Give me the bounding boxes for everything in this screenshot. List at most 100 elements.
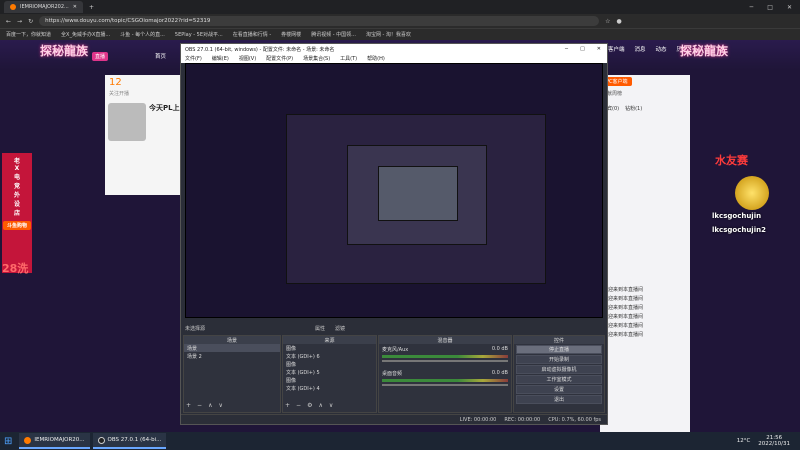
taskbar-app-obs[interactable]: OBS 27.0.1 (64-bi... — [92, 433, 167, 449]
clock-date: 2022/10/31 — [758, 441, 790, 447]
url-field[interactable]: https://www.douyu.com/topic/CSGOiomajor2… — [39, 16, 600, 26]
stop-streaming-button[interactable]: 停止直播 — [516, 345, 602, 354]
remove-icon[interactable]: − — [296, 402, 301, 409]
streamer-card: 12 关注开播 今天PL上 — [105, 75, 183, 195]
chat-text: 欢迎来到本直播间 — [603, 287, 644, 293]
obs-window[interactable]: OBS 27.0.1 (64-bit, windows) - 配置文件: 未命名… — [180, 43, 608, 425]
scene-item[interactable]: 场景 2 — [184, 352, 280, 360]
scene-item[interactable]: 场景 — [184, 344, 280, 352]
browser-tab[interactable]: IEMRIOMAJOR202... ✕ — [4, 1, 83, 13]
obs-preview[interactable] — [185, 63, 603, 318]
avatar[interactable] — [108, 103, 146, 141]
obs-statusbar: LIVE: 00:00:00 REC: 00:00:00 CPU: 0.7%, … — [181, 414, 607, 424]
menu-help[interactable]: 帮助(H) — [367, 55, 385, 62]
settings-button[interactable]: 设置 — [516, 385, 602, 394]
add-icon[interactable]: + — [186, 402, 191, 409]
exit-button[interactable]: 退出 — [516, 395, 602, 404]
right-nav: 客户端 消息 动态 历史 — [608, 45, 688, 53]
bookmark-item[interactable]: 在看直播和行情 - — [233, 31, 271, 38]
nav-feed[interactable]: 动态 — [656, 45, 667, 53]
start-recording-button[interactable]: 开始录制 — [516, 355, 602, 364]
preview-nested-core — [378, 166, 458, 221]
chat-message: 欢迎来到本直播间 — [600, 330, 690, 339]
taskbar-app-browser[interactable]: IEMRIOMAJOR20... — [19, 433, 90, 449]
filters-button[interactable]: 滤镜 — [335, 325, 345, 332]
weather[interactable]: 12°C — [737, 438, 751, 444]
refresh-icon[interactable]: ↻ — [28, 18, 33, 25]
preview-nested-inner — [347, 145, 487, 245]
nav-home[interactable]: 首页 — [155, 52, 166, 60]
tab-fans[interactable]: 钻粉(1) — [625, 105, 642, 112]
favorites-icon[interactable]: ☆ — [605, 18, 610, 25]
maximize-icon[interactable]: □ — [767, 4, 773, 11]
sources-dock: 来源 图像 文本 (GDI+) 6 图像 文本 (GDI+) 5 图像 文本 (… — [282, 335, 377, 413]
nav-messages[interactable]: 消息 — [635, 45, 646, 53]
nav-client[interactable]: 客户端 — [608, 45, 625, 53]
bookmark-item[interactable]: 腾讯视频 - 中国领... — [311, 31, 356, 38]
stream-title[interactable]: 今天PL上 — [149, 103, 180, 141]
menu-profile[interactable]: 配置文件(P) — [266, 55, 293, 62]
sources-header: 来源 — [283, 336, 376, 344]
virtual-camera-button[interactable]: 启动虚拟摄像机 — [516, 365, 602, 374]
back-icon[interactable]: ← — [6, 18, 11, 25]
forward-icon[interactable]: → — [17, 18, 22, 25]
source-item[interactable]: 文本 (GDI+) 4 — [283, 384, 376, 392]
new-tab-icon[interactable]: + — [89, 4, 94, 11]
bookmark-item[interactable]: 全X_免威手办X直播... — [61, 31, 110, 38]
source-item[interactable]: 文本 (GDI+) 6 — [283, 352, 376, 360]
properties-button[interactable]: 属性 — [315, 325, 325, 332]
overlay-name: lkcsgochujin2 — [712, 226, 766, 234]
mixer-track-db: 0.0 dB — [491, 346, 508, 352]
rank-label: 贡献周榜 — [602, 91, 623, 97]
maximize-icon[interactable]: □ — [580, 46, 585, 52]
side-ad-banner[interactable]: 老 X 电 竞 外 设 店 斗鱼购物 — [2, 153, 32, 273]
taskbar-app-label: IEMRIOMAJOR20... — [34, 437, 85, 443]
source-item[interactable]: 图像 — [283, 344, 376, 352]
menu-file[interactable]: 文件(F) — [185, 55, 202, 62]
gear-icon[interactable]: ⚙ — [307, 402, 312, 409]
close-window-icon[interactable]: ✕ — [787, 4, 792, 11]
close-icon[interactable]: ✕ — [597, 46, 601, 52]
start-icon[interactable]: ⊞ — [0, 436, 16, 447]
menu-scene-collection[interactable]: 场景集合(S) — [303, 55, 330, 62]
volume-slider[interactable] — [382, 384, 508, 386]
remove-icon[interactable]: − — [197, 402, 202, 409]
minimize-icon[interactable]: ─ — [565, 46, 568, 52]
menu-tools[interactable]: 工具(T) — [340, 55, 357, 62]
bookmark-item[interactable]: 淘宝网 - 淘！我喜欢 — [366, 31, 411, 38]
browser-icon — [24, 436, 32, 444]
move-up-icon[interactable]: ∧ — [318, 402, 322, 409]
menu-view[interactable]: 视图(V) — [239, 55, 256, 62]
move-down-icon[interactable]: ∨ — [329, 402, 333, 409]
controls-dock: 控件 停止直播 开始录制 启动虚拟摄像机 工作室模式 设置 退出 — [513, 335, 605, 413]
move-up-icon[interactable]: ∧ — [208, 402, 212, 409]
chat-panel: PC客户端 贡献周榜 贵宾(0) 钻粉(1) 欢迎来到本直播间 欢迎来到本直播间… — [600, 75, 690, 445]
bookmarks-bar: 百度一下，你就知道 全X_免威手办X直播... 斗鱼 - 每个人的直... 5E… — [0, 28, 800, 40]
bookmark-item[interactable]: 斗鱼 - 每个人的直... — [120, 31, 165, 38]
bookmark-item[interactable]: 券楼网楼 — [281, 31, 301, 38]
minimize-icon[interactable]: ─ — [750, 4, 754, 11]
move-down-icon[interactable]: ∨ — [218, 402, 222, 409]
source-item[interactable]: 图像 — [283, 360, 376, 368]
studio-mode-button[interactable]: 工作室模式 — [516, 375, 602, 384]
close-icon[interactable]: ✕ — [73, 4, 77, 10]
add-icon[interactable]: + — [285, 402, 290, 409]
clock[interactable]: 21:56 2022/10/31 — [758, 435, 790, 447]
chat-text: 欢迎来到本直播间 — [603, 314, 644, 320]
source-item[interactable]: 文本 (GDI+) 5 — [283, 368, 376, 376]
overlay-name: lkcsgochujin — [712, 212, 762, 220]
menu-edit[interactable]: 编辑(E) — [212, 55, 229, 62]
profile-icon[interactable]: ● — [616, 18, 621, 25]
volume-slider[interactable] — [382, 360, 508, 362]
chat-message: 欢迎来到本直播间 — [600, 303, 690, 312]
source-item[interactable]: 图像 — [283, 376, 376, 384]
site-logo[interactable]: 探秘龍族 — [40, 42, 88, 59]
chat-text: 欢迎来到本直播间 — [603, 332, 644, 338]
buy-button[interactable]: 斗鱼购物 — [2, 221, 31, 230]
ad-char: 设 — [13, 201, 20, 208]
source-controls: + − ⚙ ∧ ∨ — [285, 402, 333, 409]
bookmark-item[interactable]: 5EPlay - 5E对战平... — [175, 31, 223, 38]
chat-text: 欢迎来到本直播间 — [603, 296, 644, 302]
mixer-dock: 混音器 麦克风/Aux 0.0 dB 桌面音频 0.0 dB — [378, 335, 512, 413]
bookmark-item[interactable]: 百度一下，你就知道 — [6, 31, 51, 38]
